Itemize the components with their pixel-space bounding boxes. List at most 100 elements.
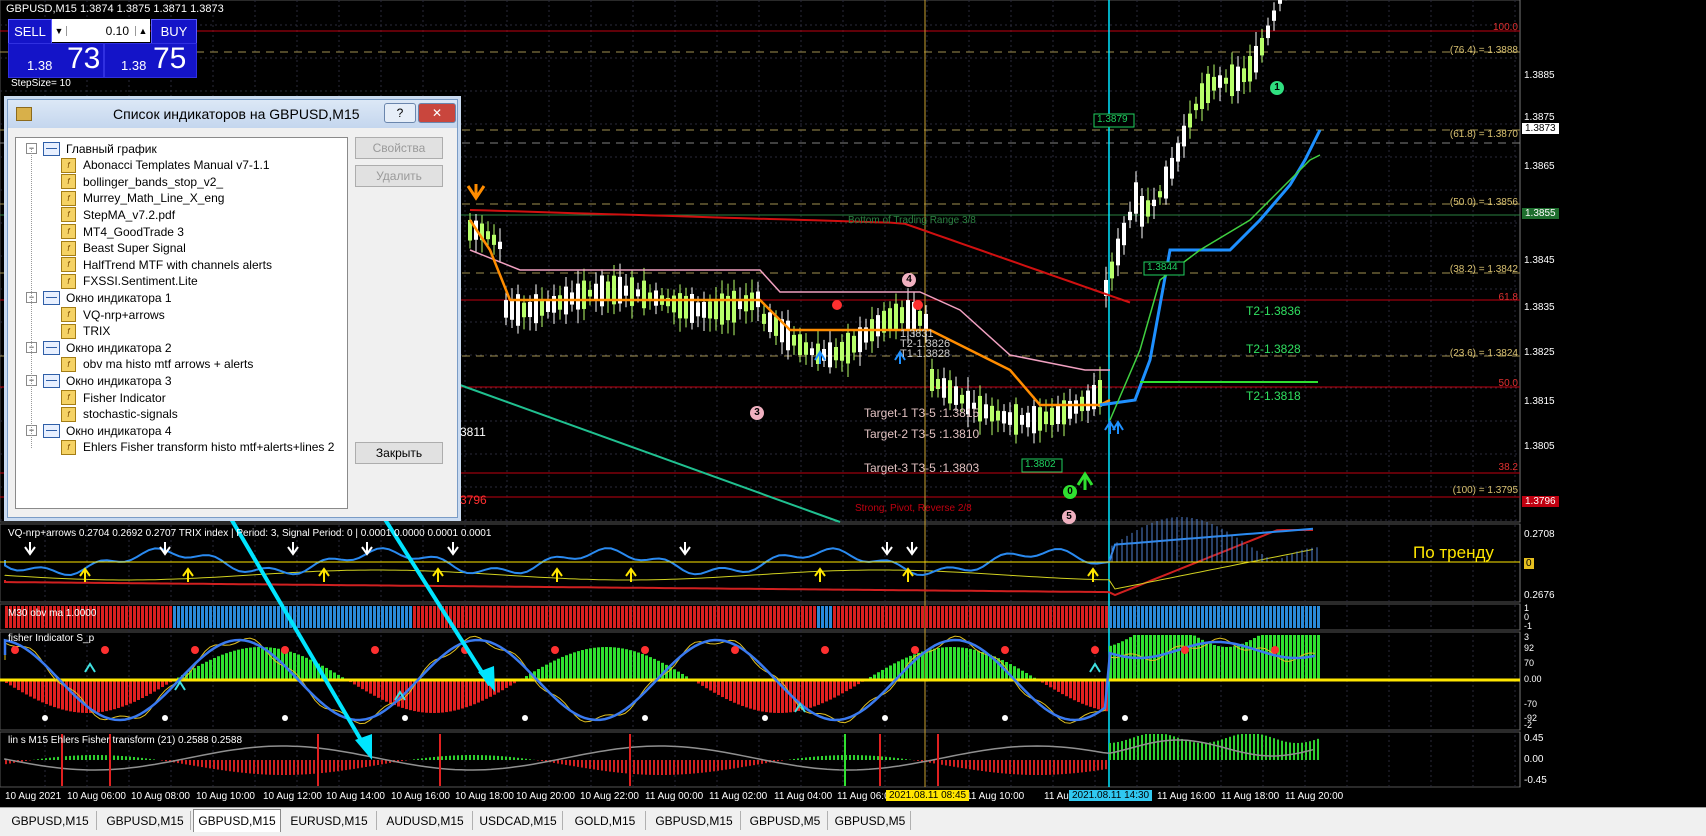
close-button[interactable]: Закрыть: [355, 442, 443, 464]
tree-indicator-item[interactable]: fAbonacci Templates Manual v7-1.1: [61, 157, 270, 174]
chart-tab[interactable]: USDCAD,M15: [474, 811, 563, 830]
fisher-histo-bar: [57, 680, 60, 708]
candle-body: [1212, 77, 1216, 91]
candle-body: [750, 293, 754, 311]
obv-histo-bar: [265, 606, 268, 628]
price-axis-label: 1.3865: [1524, 161, 1555, 172]
chart-tab[interactable]: AUDUSD,M15: [378, 811, 473, 830]
sell-button[interactable]: SELL: [8, 19, 52, 44]
ehlers-histo-bar: [865, 755, 867, 760]
candle-body: [510, 299, 514, 319]
ehlers-histo-bar: [837, 755, 839, 760]
obv-histo-bar: [1237, 606, 1240, 628]
tree-indicator-item[interactable]: fHalfTrend MTF with channels alerts: [61, 256, 272, 273]
ehlers-histo-bar: [1249, 734, 1251, 760]
tree-indicator-item[interactable]: fStepMA_v7.2.pdf: [61, 206, 175, 223]
buy-button[interactable]: BUY: [151, 19, 197, 44]
fib-level-label: 61.8: [1499, 292, 1518, 303]
candle-body: [1032, 406, 1036, 433]
ehlers-histo-bar: [485, 755, 487, 760]
tree-window-node[interactable]: −Главный график: [26, 140, 157, 157]
ehlers-histo-bar: [633, 760, 635, 774]
properties-button[interactable]: Свойства: [355, 137, 443, 159]
tree-window-node[interactable]: −Окно индикатора 1: [26, 289, 172, 306]
tree-indicator-item[interactable]: fFXSSI.Sentiment.Lite: [61, 273, 198, 290]
ehlers-histo-bar: [1161, 734, 1163, 760]
vq-pane-title: VQ-nrp+arrows 0.2704 0.2692 0.2707 TRIX …: [8, 528, 491, 539]
candle-body: [636, 289, 640, 296]
tree-indicator-item[interactable]: fVQ-nrp+arrows: [61, 306, 165, 323]
fisher-histo-bar: [1193, 636, 1196, 680]
tree-window-node[interactable]: −Окно индикатора 3: [26, 372, 172, 389]
small-level-label: T1-1.3828: [900, 348, 950, 360]
ehlers-histo-bar: [1025, 760, 1027, 775]
ehlers-histo-bar: [197, 760, 199, 766]
chart-tab[interactable]: GBPUSD,M15: [4, 811, 97, 830]
tree-item-label: obv ma histo mtf arrows + alerts: [83, 357, 253, 371]
dialog-titlebar[interactable]: Список индикаторов на GBPUSD,M15 ? ✕: [8, 100, 457, 128]
chart-tab[interactable]: GBPUSD,M5: [830, 811, 911, 830]
obv-histo-bar: [1169, 606, 1172, 628]
sell-price-small: 1.38: [27, 58, 52, 73]
obv-histo-bar: [701, 606, 704, 628]
obv-histo-bar: [229, 606, 232, 628]
tree-indicator-item[interactable]: fstochastic-signals: [61, 406, 178, 423]
fisher-histo-bar: [421, 680, 424, 712]
tree-indicator-item[interactable]: fobv ma histo mtf arrows + alerts: [61, 356, 253, 373]
lot-decrease-icon[interactable]: ▼: [52, 26, 67, 36]
tree-indicator-item[interactable]: fTRIX: [61, 323, 110, 340]
tree-indicator-item[interactable]: fbollinger_bands_stop_v2_: [61, 173, 223, 190]
tree-window-node[interactable]: −Окно индикатора 2: [26, 339, 172, 356]
tree-indicator-item[interactable]: fFisher Indicator: [61, 389, 166, 406]
fisher-histo-bar: [457, 680, 460, 710]
ehlers-histo-bar: [381, 760, 383, 764]
indicator-function-icon: f: [61, 158, 76, 173]
fisher-histo-bar: [1221, 647, 1224, 680]
fisher-histo-bar: [137, 680, 140, 700]
ehlers-histo-bar: [501, 756, 503, 760]
vq-axis-label: 0.2676: [1524, 590, 1555, 601]
ehlers-histo-bar: [1081, 760, 1083, 772]
obv-histo-bar: [925, 606, 928, 628]
fisher-histo-bar: [369, 680, 372, 694]
fisher-histo-bar: [389, 680, 392, 703]
ehlers-histo-bar: [737, 760, 739, 768]
lot-size-input[interactable]: ▼ 0.10 ▲: [52, 19, 150, 42]
obv-histo-bar: [457, 606, 460, 628]
ehlers-histo-bar: [897, 758, 899, 760]
chart-tab[interactable]: EURUSD,M15: [282, 811, 377, 830]
chart-tab[interactable]: GBPUSD,M15: [193, 809, 281, 832]
fisher-histo-bar: [149, 680, 152, 694]
tree-window-node[interactable]: −Окно индикатора 4: [26, 422, 172, 439]
obv-histo-bar: [669, 606, 672, 628]
fisher-histo-bar: [645, 655, 648, 680]
tree-indicator-item[interactable]: fBeast Super Signal: [61, 240, 186, 257]
tree-indicator-item[interactable]: fMurrey_Math_Line_X_eng: [61, 190, 224, 207]
help-button[interactable]: ?: [384, 103, 416, 123]
obv-histo-bar: [661, 606, 664, 628]
time-axis-label: 10 Aug 2021: [5, 791, 61, 802]
delete-button[interactable]: Удалить: [355, 165, 443, 187]
sell-price[interactable]: 1.38 73: [8, 43, 104, 78]
chart-tab[interactable]: GBPUSD,M15: [648, 811, 741, 830]
obv-histo-bar: [937, 606, 940, 628]
obv-histo-bar: [749, 606, 752, 628]
buy-price[interactable]: 1.38 75: [104, 43, 197, 78]
lot-increase-icon[interactable]: ▲: [135, 26, 150, 36]
ehlers-histo-bar: [345, 760, 347, 770]
fib-level-label: (76.4) = 1.3888: [1450, 45, 1518, 56]
fisher-histo-bar: [385, 680, 388, 702]
obv-histo-bar: [557, 606, 560, 628]
tree-indicator-item[interactable]: fEhlers Fisher transform histo mtf+alert…: [61, 439, 334, 456]
chart-tab[interactable]: GBPUSD,M15: [100, 811, 191, 830]
t2-level-label: T2-1.3828: [1246, 342, 1301, 356]
fisher-red-dot: [1091, 646, 1099, 654]
candle-body: [828, 342, 832, 367]
candle-body: [1056, 405, 1060, 424]
close-x-button[interactable]: ✕: [418, 103, 456, 123]
ehlers-histo-bar: [1021, 760, 1023, 775]
indicator-tree[interactable]: −Главный графикfAbonacci Templates Manua…: [15, 137, 348, 509]
chart-tab[interactable]: GBPUSD,M5: [743, 811, 828, 830]
chart-tab[interactable]: GOLD,M15: [565, 811, 646, 830]
tree-indicator-item[interactable]: fMT4_GoodTrade 3: [61, 223, 184, 240]
